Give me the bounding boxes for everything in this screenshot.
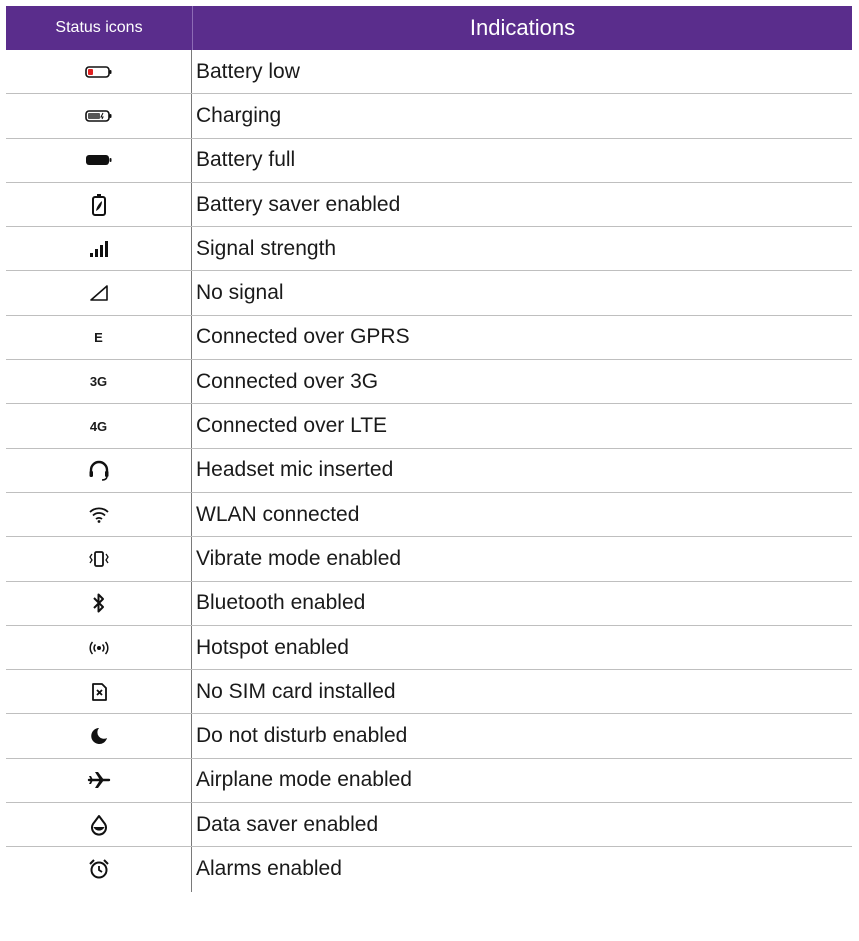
row-label: Headset mic inserted (196, 458, 394, 482)
table-row: Data saver enabled (6, 803, 852, 848)
row-label: Battery full (196, 148, 296, 172)
3g-icon: 3G (6, 360, 192, 404)
table-header: Status icons Indications (6, 6, 852, 50)
table-row: Bluetooth enabled (6, 581, 852, 626)
row-label: No SIM card installed (196, 679, 396, 703)
vibrate-icon (6, 537, 192, 581)
table-row: 3G Connected over 3G (6, 360, 852, 405)
no-signal-icon (6, 271, 192, 315)
wifi-icon (6, 492, 192, 537)
table-row: E Connected over GPRS (6, 315, 852, 361)
table-row: Battery full (6, 138, 852, 183)
table-row: Signal strength (6, 227, 852, 272)
table-row: Vibrate mode enabled (6, 537, 852, 582)
table-row: Battery saver enabled (6, 182, 852, 228)
table-row: Hotspot enabled (6, 625, 852, 671)
table-row: Alarms enabled (6, 847, 852, 892)
header-indications: Indications (469, 15, 576, 40)
4g-icon-text: 4G (89, 418, 108, 434)
table-row: Headset mic inserted (6, 448, 852, 493)
table-row: Battery low (6, 50, 852, 95)
moon-icon (6, 714, 192, 758)
data-saver-icon (6, 803, 192, 847)
row-label: Connected over LTE (196, 414, 388, 438)
4g-icon: 4G (6, 404, 192, 448)
hotspot-icon (6, 625, 192, 670)
table-row: Do not disturb enabled (6, 714, 852, 759)
row-label: Battery low (196, 59, 300, 83)
table-row: No signal (6, 271, 852, 316)
row-label: Do not disturb enabled (196, 724, 408, 748)
row-label: Connected over 3G (196, 369, 379, 393)
row-label: WLAN connected (196, 502, 360, 526)
table-row: WLAN connected (6, 492, 852, 538)
airplane-icon (6, 758, 192, 803)
bluetooth-icon (6, 581, 192, 625)
battery-saver-icon (6, 182, 192, 227)
row-label: Bluetooth enabled (196, 591, 366, 615)
row-label: Vibrate mode enabled (196, 546, 402, 570)
row-label: No signal (196, 281, 284, 305)
table-row: Airplane mode enabled (6, 758, 852, 804)
table-row: Charging (6, 94, 852, 139)
row-label: Charging (196, 103, 282, 127)
row-label: Hotspot enabled (196, 635, 349, 659)
battery-full-icon (6, 138, 192, 182)
battery-low-icon (6, 50, 192, 94)
table-row: 4G Connected over LTE (6, 404, 852, 449)
row-label: Connected over GPRS (196, 325, 410, 349)
row-label: Alarms enabled (196, 857, 342, 881)
signal-strength-icon (6, 227, 192, 271)
alarm-icon (6, 847, 192, 892)
row-label: Signal strength (196, 236, 337, 260)
no-sim-icon (6, 670, 192, 714)
header-status-icons: Status icons (6, 6, 193, 50)
row-label: Data saver enabled (196, 812, 379, 836)
table-row: No SIM card installed (6, 670, 852, 715)
status-icons-table: Status icons Indications Battery low Cha… (6, 6, 852, 892)
row-label: Battery saver enabled (196, 192, 401, 216)
gprs-icon-text: E (94, 329, 103, 345)
3g-icon-text: 3G (89, 374, 108, 390)
row-label: Airplane mode enabled (196, 768, 412, 792)
gprs-icon: E (6, 315, 192, 360)
battery-charging-icon (6, 94, 192, 138)
headset-icon (6, 448, 192, 492)
